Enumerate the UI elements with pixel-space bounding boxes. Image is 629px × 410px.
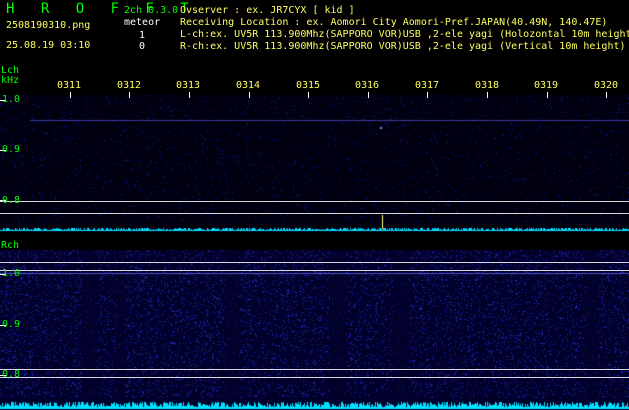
minute-tick-mark — [368, 92, 369, 98]
lch-freq-line-lower — [0, 213, 629, 214]
lch-info-line: L-ch:ex. UV5R 113.900Mhz(SAPPORO VOR)USB… — [180, 29, 629, 40]
datetime-label: 25.08.19 03:10 — [6, 40, 91, 51]
minute-tick-0316: 0316 — [355, 80, 380, 91]
lch-freq-line-upper — [0, 201, 629, 202]
minute-tick-mark — [70, 92, 71, 98]
minute-tick-mark — [427, 92, 428, 98]
minute-tick-0318: 0318 — [475, 80, 500, 91]
observer-line: Ovserver : ex. JR7CYX [ kid ] — [180, 5, 355, 16]
khz-unit-label: kHz — [1, 75, 20, 86]
minute-tick-mark — [606, 92, 607, 98]
minute-tick-0315: 0315 — [296, 80, 321, 91]
lch-freq-1-0: 1.0 — [2, 94, 21, 105]
minute-tick-mark — [129, 92, 130, 98]
lch-spectrogram — [0, 95, 629, 232]
minute-tick-mark — [308, 92, 309, 98]
rch-freq-0-9: 0.9 — [2, 319, 21, 330]
minute-tick-mark — [487, 92, 488, 98]
minute-tick-0319: 0319 — [534, 80, 559, 91]
rch-freq-line-1 — [0, 262, 629, 263]
rch-info-line: R-ch:ex. UV5R 113.900Mhz(SAPPORO VOR)USB… — [180, 41, 626, 52]
lch-freq-0-8: 0.8 — [2, 195, 21, 206]
minute-tick-0320: 0320 — [594, 80, 619, 91]
rch-freq-line-4 — [0, 377, 629, 378]
lch-freq-0-9: 0.9 — [2, 144, 21, 155]
rch-freq-0-8: 0.8 — [2, 369, 21, 380]
minute-tick-0314: 0314 — [236, 80, 261, 91]
minute-tick-0317: 0317 — [415, 80, 440, 91]
rch-spectrogram — [0, 250, 629, 410]
minute-tick-0312: 0312 — [117, 80, 142, 91]
rch-freq-line-3 — [0, 369, 629, 370]
filename-label: 2508190310.png — [6, 20, 91, 31]
minute-tick-mark — [249, 92, 250, 98]
lch-spectrogram-canvas — [0, 95, 629, 232]
rch-freq-1-0: 1.0 — [2, 268, 21, 279]
meteor-label: meteor — [124, 17, 161, 28]
location-line: Receiving Location : ex. Aomori City Aom… — [180, 17, 608, 28]
minute-tick-0311: 0311 — [57, 80, 82, 91]
rch-freq-line-2 — [0, 270, 629, 271]
minute-tick-mark — [189, 92, 190, 98]
channels-version: 2ch 0.3.0 — [124, 5, 179, 16]
minute-tick-0313: 0313 — [176, 80, 201, 91]
rch-spectrogram-canvas — [0, 250, 629, 410]
rch-meteor-count: 0 — [139, 41, 146, 52]
minute-tick-mark — [547, 92, 548, 98]
